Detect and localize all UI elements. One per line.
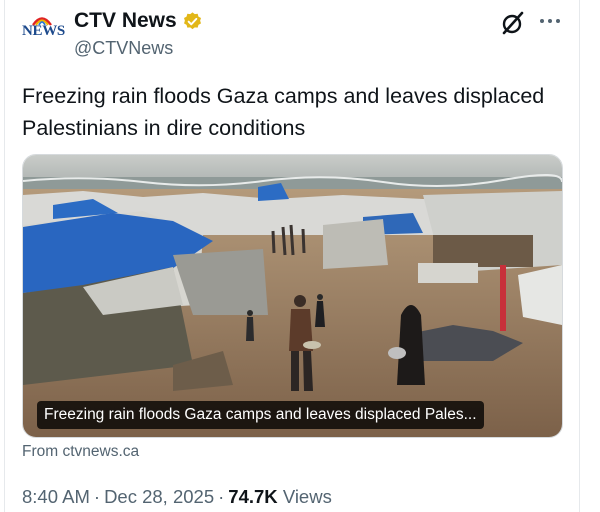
card-left-border [4, 0, 5, 512]
views-count[interactable]: 74.7K [228, 486, 277, 507]
link-card-media[interactable]: Freezing rain floods Gaza camps and leav… [22, 154, 563, 438]
author-avatar[interactable]: NEWS [22, 14, 65, 42]
avatar-logo-text: NEWS [22, 23, 65, 39]
verified-badge-icon[interactable] [182, 11, 203, 32]
author-display-name[interactable]: CTV News [74, 9, 177, 33]
link-card-caption: Freezing rain floods Gaza camps and leav… [37, 401, 484, 429]
grok-icon[interactable] [500, 10, 526, 36]
tweet-text: Freezing rain floods Gaza camps and leav… [22, 84, 545, 140]
meta-separator: · [93, 486, 101, 507]
link-card-source[interactable]: From ctvnews.ca [22, 443, 139, 461]
tweet-meta: 8:40 AM · Dec 28, 2025 · 74.7K Views [22, 486, 332, 508]
camp-photo [23, 155, 562, 437]
author-handle[interactable]: @CTVNews [74, 38, 173, 59]
card-right-border [579, 0, 580, 512]
author-name-row: CTV News [74, 9, 203, 33]
meta-separator: · [218, 486, 225, 507]
tweet-time[interactable]: 8:40 AM [22, 486, 90, 507]
views-label: Views [282, 486, 332, 507]
more-options-icon[interactable] [537, 8, 563, 34]
tweet-date[interactable]: Dec 28, 2025 [104, 486, 214, 507]
